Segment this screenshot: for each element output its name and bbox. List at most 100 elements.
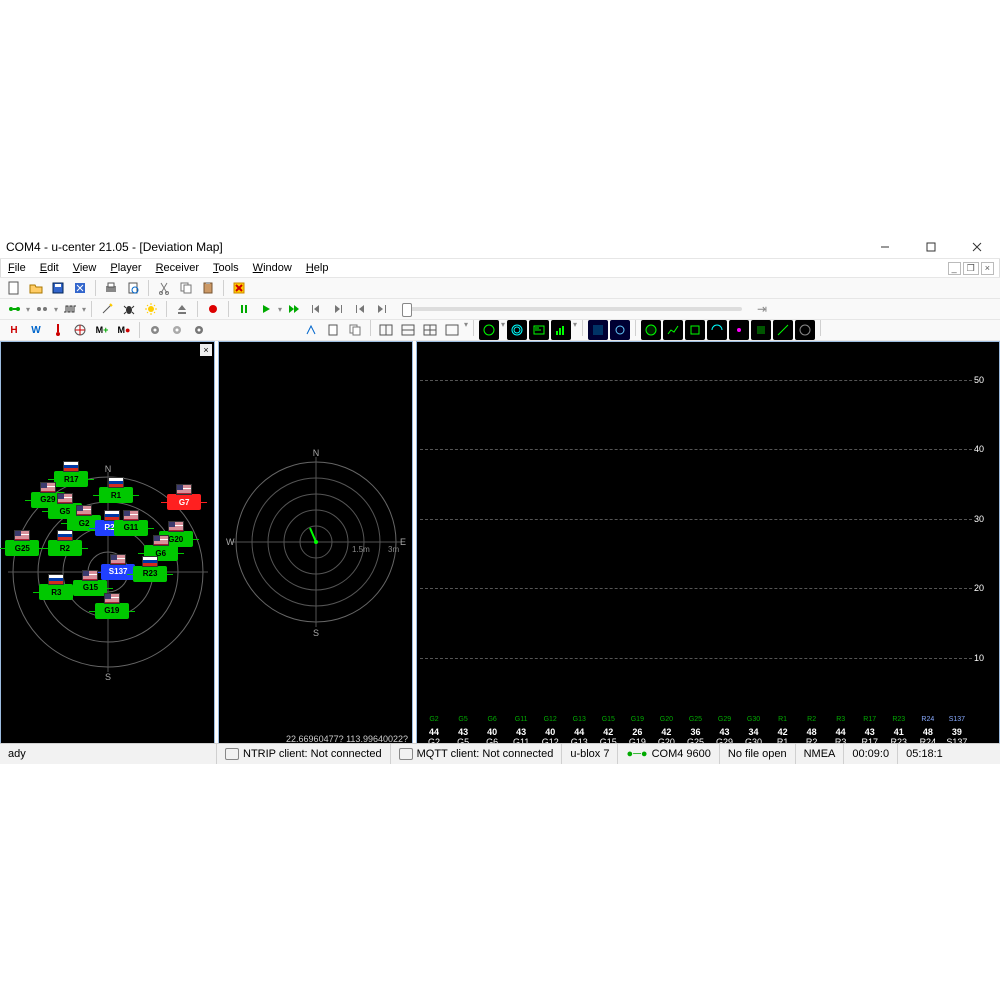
satellite-R17[interactable]: R17: [54, 471, 88, 487]
dropdown-indicator-2[interactable]: ▾: [54, 305, 58, 314]
pick-icon[interactable]: [301, 320, 321, 340]
view-map-icon[interactable]: [641, 320, 661, 340]
bar-top-label: G13: [565, 716, 593, 723]
gear-3-icon[interactable]: [189, 320, 209, 340]
dropdown-indicator-1[interactable]: ▾: [26, 305, 30, 314]
view-extra-2[interactable]: [729, 320, 749, 340]
toolbar-views: H W M+ M● ▾ ▾: [0, 320, 1000, 341]
debug-button[interactable]: [119, 299, 139, 319]
record-button[interactable]: [203, 299, 223, 319]
minimize-button[interactable]: [862, 236, 908, 258]
skip-forward-button[interactable]: [372, 299, 392, 319]
playback-slider[interactable]: [402, 307, 742, 311]
view-extra-3[interactable]: [751, 320, 771, 340]
satellite-R3[interactable]: R3: [39, 584, 73, 600]
open-file-button[interactable]: [26, 278, 46, 298]
sun-button[interactable]: [141, 299, 161, 319]
satellite-G7[interactable]: G7: [167, 494, 201, 510]
step-forward-button[interactable]: [328, 299, 348, 319]
window-title: COM4 - u-center 21.05 - [Deviation Map]: [0, 240, 223, 254]
bar-top-label: G29: [710, 716, 738, 723]
menu-receiver[interactable]: Receiver: [150, 261, 205, 275]
maximize-button[interactable]: [908, 236, 954, 258]
window-controls: [862, 236, 1000, 258]
menu-view[interactable]: View: [67, 261, 103, 275]
thermometer-icon[interactable]: [48, 320, 68, 340]
menu-window[interactable]: Window: [247, 261, 298, 275]
flag-icon: [108, 477, 124, 488]
layout-3-icon[interactable]: [420, 320, 440, 340]
mdi-minimize[interactable]: _: [948, 262, 961, 275]
satellite-R2[interactable]: R2: [48, 540, 82, 556]
mdi-restore[interactable]: ❐: [963, 262, 979, 275]
view-bars-icon[interactable]: [551, 320, 571, 340]
mdi-close[interactable]: ×: [981, 262, 994, 275]
print-preview-button[interactable]: [123, 278, 143, 298]
layout-2-icon[interactable]: [398, 320, 418, 340]
view-dev-icon[interactable]: [507, 320, 527, 340]
eject-button[interactable]: [172, 299, 192, 319]
view-panel-a[interactable]: [588, 320, 608, 340]
copy2-icon[interactable]: [345, 320, 365, 340]
view-extra-4[interactable]: [773, 320, 793, 340]
view-hist-icon[interactable]: [685, 320, 705, 340]
dropdown-indicator-4[interactable]: ▾: [278, 305, 282, 314]
view-terminal-icon[interactable]: [529, 320, 549, 340]
satellite-G19[interactable]: G19: [95, 603, 129, 619]
wizard-button[interactable]: [97, 299, 117, 319]
cut-button[interactable]: [154, 278, 174, 298]
pause-button[interactable]: [234, 299, 254, 319]
step-back-button[interactable]: [306, 299, 326, 319]
satellite-R23[interactable]: R23: [133, 566, 167, 582]
view-chart-icon[interactable]: [663, 320, 683, 340]
view-extra-1[interactable]: [707, 320, 727, 340]
status-elapsed: 00:09:0: [844, 744, 898, 764]
gear-2-icon[interactable]: [167, 320, 187, 340]
menu-player[interactable]: Player: [104, 261, 147, 275]
paste-button[interactable]: [198, 278, 218, 298]
m-go-icon[interactable]: M●: [114, 320, 134, 340]
view-w-icon[interactable]: W: [26, 320, 46, 340]
bar-top-label: R23: [885, 716, 913, 723]
view-panel-b[interactable]: [610, 320, 630, 340]
layout-4-icon[interactable]: [442, 320, 462, 340]
menu-help[interactable]: Help: [300, 261, 335, 275]
save-close-button[interactable]: [70, 278, 90, 298]
close-button[interactable]: [954, 236, 1000, 258]
copy-button[interactable]: [176, 278, 196, 298]
doc-icon[interactable]: [323, 320, 343, 340]
menubar: File Edit View Player Receiver Tools Win…: [0, 259, 1000, 278]
dropdown-indicator-3[interactable]: ▾: [82, 305, 86, 314]
new-file-button[interactable]: [4, 278, 24, 298]
gear-1-icon[interactable]: [145, 320, 165, 340]
view-dropdown-1[interactable]: ▾: [501, 320, 505, 340]
menu-tools[interactable]: Tools: [207, 261, 245, 275]
menu-edit[interactable]: Edit: [34, 261, 65, 275]
menu-file[interactable]: File: [2, 261, 32, 275]
view-sky-icon[interactable]: [479, 320, 499, 340]
m-plus-icon[interactable]: M+: [92, 320, 112, 340]
satellite-G25[interactable]: G25: [5, 540, 39, 556]
view-extra-5[interactable]: [795, 320, 815, 340]
view-dropdown-2[interactable]: ▾: [573, 320, 577, 340]
satellite-G11[interactable]: G11: [114, 520, 148, 536]
fast-forward-button[interactable]: [284, 299, 304, 319]
compass-config-icon[interactable]: [70, 320, 90, 340]
layout-1-icon[interactable]: [376, 320, 396, 340]
link-icon-2: [399, 748, 413, 760]
disconnect-button[interactable]: [32, 299, 52, 319]
save-file-button[interactable]: [48, 278, 68, 298]
skip-end-button[interactable]: ⇥: [752, 299, 772, 319]
connect-button[interactable]: [4, 299, 24, 319]
skip-back-button[interactable]: [350, 299, 370, 319]
svg-text:E: E: [400, 537, 406, 547]
satellite-S137[interactable]: S137: [101, 564, 135, 580]
satellite-R1[interactable]: R1: [99, 487, 133, 503]
flag-icon: [76, 505, 92, 516]
print-button[interactable]: [101, 278, 121, 298]
baud-button[interactable]: [60, 299, 80, 319]
play-button[interactable]: [256, 299, 276, 319]
view-h-icon[interactable]: H: [4, 320, 24, 340]
stop-all-button[interactable]: [229, 278, 249, 298]
layout-dropdown[interactable]: ▾: [464, 320, 468, 340]
